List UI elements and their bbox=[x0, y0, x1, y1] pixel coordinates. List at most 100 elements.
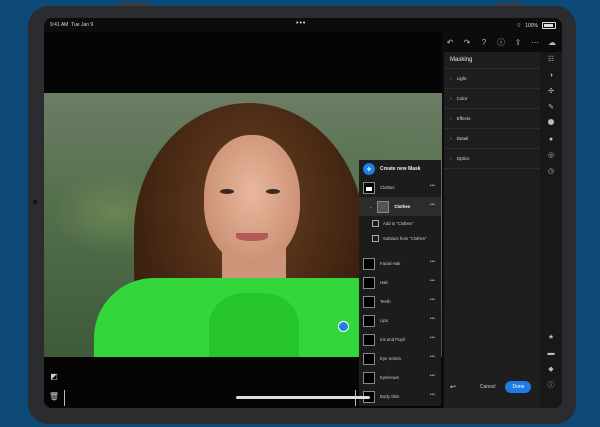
versions-icon[interactable]: ◎ bbox=[540, 148, 562, 164]
chevron-right-icon: › bbox=[450, 75, 452, 82]
edit-sliders-icon[interactable]: ☷ bbox=[540, 52, 562, 68]
brush-icon[interactable]: ✎ bbox=[540, 100, 562, 116]
tag-icon[interactable]: ◆ bbox=[540, 362, 562, 378]
mask-type-row[interactable]: Body Skin ••• bbox=[359, 387, 441, 406]
help-icon[interactable]: ? bbox=[480, 38, 488, 47]
photo-canvas[interactable]: ◩ 🗑 + Create new Mask Clothes ••• ⌄ Clot… bbox=[44, 32, 442, 408]
more-icon[interactable]: ••• bbox=[430, 183, 435, 189]
mask-type-thumbnail bbox=[363, 314, 375, 327]
bottom-left-tools: ◩ 🗑 bbox=[48, 372, 60, 408]
mask-type-label: Eyebrows bbox=[380, 375, 399, 380]
cancel-button[interactable]: Cancel bbox=[480, 384, 496, 390]
panel-section-effects[interactable]: › Effects bbox=[444, 109, 540, 129]
section-label: Effects bbox=[456, 116, 471, 121]
mask-type-row[interactable]: Teeth ••• bbox=[359, 292, 441, 311]
create-new-mask-button[interactable]: + Create new Mask bbox=[359, 160, 441, 178]
app-screen: 9:41 AM Tue Jan 9 ••• ⌔ 100% ↶ ↷ ? ⓘ ⇪ ⋯… bbox=[44, 18, 562, 408]
mask-type-thumbnail bbox=[363, 333, 375, 346]
more-icon[interactable]: ••• bbox=[430, 335, 435, 341]
presets-icon[interactable]: ◑ bbox=[540, 68, 562, 84]
more-icon[interactable]: ••• bbox=[430, 297, 435, 303]
add-icon bbox=[372, 220, 379, 227]
more-icon[interactable]: ••• bbox=[430, 259, 435, 265]
more-icon[interactable]: ••• bbox=[430, 316, 435, 322]
mask-type-label: Iris and Pupil bbox=[380, 337, 405, 342]
share-icon[interactable]: ⇪ bbox=[514, 38, 522, 47]
mask-component-row[interactable]: ⌄ Clothes ••• bbox=[359, 197, 441, 216]
more-icon[interactable]: ⋯ bbox=[531, 38, 539, 47]
panel-actions: ↩ Cancel Done bbox=[444, 376, 546, 398]
undo-icon[interactable]: ↶ bbox=[446, 38, 454, 47]
panel-section-optics[interactable]: › Optics bbox=[444, 149, 540, 169]
more-icon[interactable]: ••• bbox=[430, 278, 435, 284]
comment-icon[interactable]: ▬ bbox=[540, 346, 562, 362]
mask-group-row[interactable]: Clothes ••• bbox=[359, 178, 441, 197]
color-drop-icon[interactable]: ● bbox=[540, 132, 562, 148]
section-label: Light bbox=[456, 76, 467, 81]
tool-rail: ☷ ◑ ✣ ✎ ● ◎ ◷ ★ ▬ ◆ ⓘ bbox=[540, 52, 562, 408]
mask-type-row[interactable]: Eye Sclera ••• bbox=[359, 349, 441, 368]
mask-type-label: Hair bbox=[380, 280, 388, 285]
mask-type-row[interactable]: Facial Skin••• bbox=[359, 406, 441, 408]
battery-percent: 100% bbox=[525, 22, 538, 29]
subtract-from-mask-button[interactable]: Subtract from "Clothes" bbox=[359, 231, 441, 246]
mask-type-thumbnail bbox=[363, 352, 375, 365]
top-toolbar: ↶ ↷ ? ⓘ ⇪ ⋯ ☁ bbox=[442, 32, 562, 52]
mask-type-list: Facial Hair ••• Hair ••• Teeth ••• Lips ••• Iris… bbox=[359, 254, 441, 408]
masking-panel: Masking › Light › Color › Effects › Detail › Opti… bbox=[444, 52, 540, 408]
more-icon[interactable]: ••• bbox=[430, 354, 435, 360]
more-icon[interactable]: ••• bbox=[430, 202, 435, 208]
mask-type-row[interactable]: Iris and Pupil ••• bbox=[359, 330, 441, 349]
front-camera bbox=[33, 200, 37, 204]
panel-section-color[interactable]: › Color bbox=[444, 89, 540, 109]
mask-type-label: Body Skin bbox=[380, 394, 400, 399]
mask-type-thumbnail bbox=[363, 295, 375, 308]
healing-icon[interactable]: ✣ bbox=[540, 84, 562, 100]
add-to-mask-button[interactable]: Add to "Clothes" bbox=[359, 216, 441, 231]
mask-pin-icon[interactable] bbox=[338, 321, 349, 332]
trash-icon[interactable]: 🗑 bbox=[48, 392, 60, 404]
info-icon[interactable]: ⓘ bbox=[497, 37, 505, 48]
history-icon[interactable]: ◷ bbox=[540, 164, 562, 180]
face bbox=[204, 135, 300, 263]
redo-icon[interactable]: ↷ bbox=[463, 38, 471, 47]
person-mask-thumbnail bbox=[377, 200, 390, 213]
panel-title: Masking bbox=[444, 52, 540, 69]
mask-type-row[interactable]: Hair ••• bbox=[359, 273, 441, 292]
home-indicator bbox=[236, 396, 370, 399]
left-eye bbox=[220, 189, 234, 194]
mask-type-row[interactable]: Lips ••• bbox=[359, 311, 441, 330]
compare-icon[interactable]: ◩ bbox=[48, 372, 60, 384]
section-list: › Light › Color › Effects › Detail › Optics bbox=[444, 69, 540, 169]
chevron-right-icon: › bbox=[450, 155, 452, 162]
chevron-right-icon: › bbox=[450, 95, 452, 102]
chevron-right-icon: › bbox=[450, 115, 452, 122]
mask-type-label: Eye Sclera bbox=[380, 356, 401, 361]
masking-icon[interactable] bbox=[540, 116, 562, 132]
section-label: Optics bbox=[456, 156, 470, 161]
more-icon[interactable]: ••• bbox=[430, 373, 435, 379]
volume-button bbox=[118, 3, 148, 6]
chevron-down-icon[interactable]: ⌄ bbox=[369, 204, 372, 209]
status-time: 9:41 AM Tue Jan 9 bbox=[50, 22, 94, 28]
mask-type-row[interactable]: Eyebrows ••• bbox=[359, 368, 441, 387]
reset-icon[interactable]: ↩ bbox=[450, 383, 456, 391]
mouth bbox=[236, 233, 268, 241]
more-icon[interactable]: ••• bbox=[430, 392, 435, 398]
info-icon[interactable]: ⓘ bbox=[540, 378, 562, 394]
mask-type-label: Teeth bbox=[380, 299, 391, 304]
cloud-icon[interactable]: ☁ bbox=[548, 38, 556, 47]
mask-type-row[interactable]: Facial Hair ••• bbox=[359, 254, 441, 273]
multitask-dots[interactable]: ••• bbox=[296, 20, 306, 27]
panel-section-light[interactable]: › Light bbox=[444, 69, 540, 89]
wifi-icon: ⌔ bbox=[516, 22, 522, 29]
mask-type-thumbnail bbox=[363, 257, 375, 270]
mask-type-thumbnail bbox=[363, 276, 375, 289]
filmstrip-edge-left bbox=[64, 390, 65, 406]
battery-icon bbox=[542, 22, 556, 29]
subtract-icon bbox=[372, 235, 379, 242]
mask-list-panel: + Create new Mask Clothes ••• ⌄ Clothes … bbox=[359, 160, 441, 406]
done-button[interactable]: Done bbox=[505, 381, 532, 393]
star-icon[interactable]: ★ bbox=[540, 330, 562, 346]
panel-section-detail[interactable]: › Detail bbox=[444, 129, 540, 149]
